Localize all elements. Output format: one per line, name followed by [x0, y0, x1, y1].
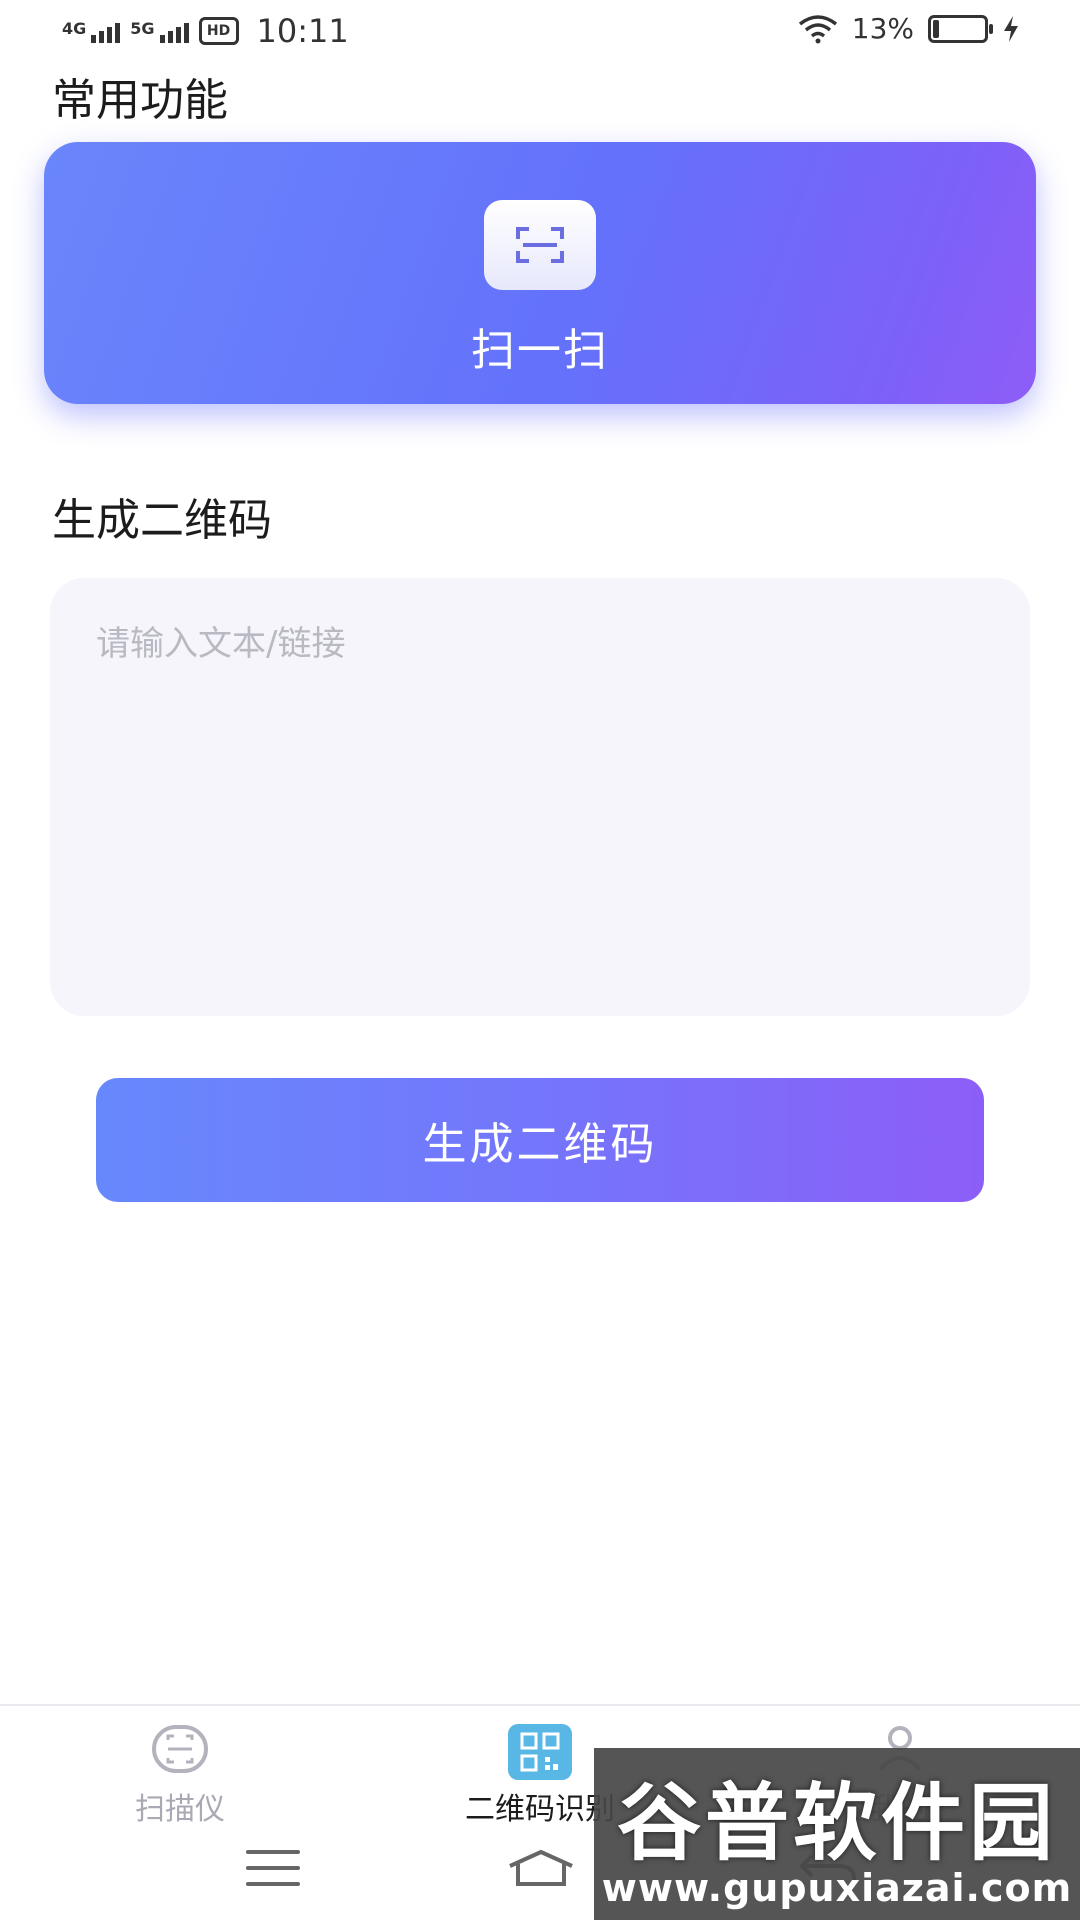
battery-icon [928, 14, 993, 43]
qr-text-input[interactable] [50, 578, 1030, 1016]
wifi-icon [798, 14, 837, 43]
scan-label: 扫一扫 [471, 325, 609, 376]
home-icon[interactable] [506, 1848, 576, 1888]
signal-5g-icon: 5G [130, 19, 189, 43]
scan-icon [484, 200, 596, 290]
watermark-brand: 谷普软件园 [616, 1774, 1057, 1872]
status-left: 4G 5G HD 10:11 [62, 12, 349, 50]
common-functions-title: 常用功能 [52, 75, 228, 126]
scan-card-button[interactable]: 扫一扫 [44, 142, 1036, 404]
battery-percent: 13% [851, 12, 914, 45]
generate-qr-title: 生成二维码 [52, 495, 272, 546]
scanner-icon [152, 1725, 208, 1773]
network-label: 4G [62, 19, 87, 38]
status-time: 10:11 [256, 12, 349, 50]
network-label: 5G [130, 19, 155, 38]
signal-4g-icon: 4G [62, 19, 121, 43]
tab-scanner[interactable]: 扫描仪 [50, 1706, 310, 1834]
hd-voice-icon: HD [198, 17, 239, 45]
status-bar: 4G 5G HD 10:11 13% [0, 0, 1080, 64]
status-right: 13% [798, 12, 1020, 45]
qrcode-icon [508, 1724, 572, 1780]
menu-icon[interactable] [246, 1850, 300, 1886]
generate-qr-button[interactable]: 生成二维码 [96, 1078, 984, 1202]
tab-label: 扫描仪 [135, 1792, 225, 1827]
charging-icon [1004, 15, 1018, 42]
watermark-url: www.gupuxiazai.com [601, 1866, 1073, 1910]
watermark-logo: 谷普软件园 www.gupuxiazai.com [594, 1748, 1080, 1920]
